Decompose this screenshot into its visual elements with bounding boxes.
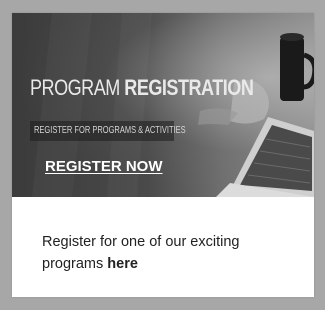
register-description: Register for one of our exciting program… [42,231,292,275]
program-registration-banner: PROGRAM REGISTRATION REGISTER FOR PROGRA… [12,13,314,197]
banner-title: PROGRAM REGISTRATION [30,75,254,101]
register-description-text: Register for one of our exciting program… [42,234,240,272]
banner-subtitle: REGISTER FOR PROGRAMS & ACTIVITIES [34,125,186,136]
banner-title-bold: REGISTRATION [124,75,254,100]
here-link[interactable]: here [107,256,138,272]
program-registration-card: PROGRAM REGISTRATION REGISTER FOR PROGRA… [12,13,314,297]
laptop-icon [216,117,314,197]
register-now-link[interactable]: REGISTER NOW [45,158,163,175]
banner-title-light: PROGRAM [30,75,125,100]
mug-icon [280,33,314,101]
